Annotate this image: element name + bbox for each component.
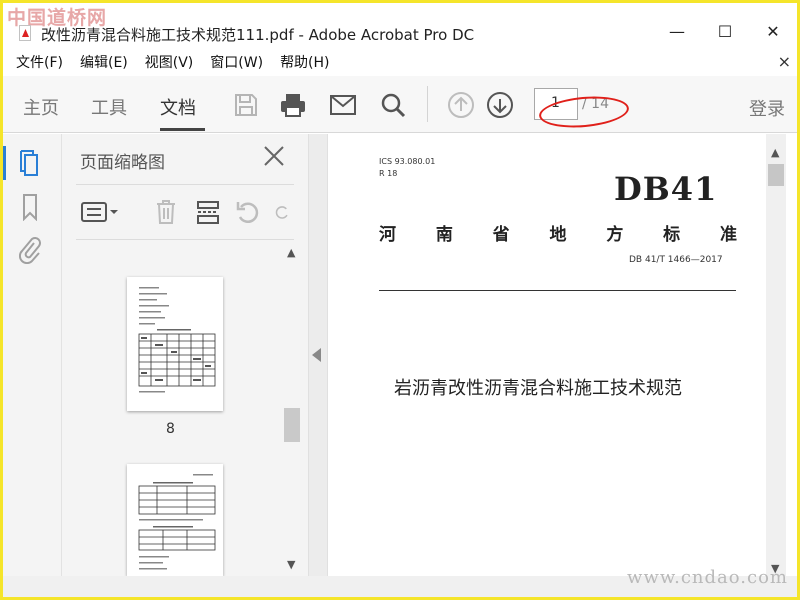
minimize-button[interactable]: — bbox=[653, 15, 701, 47]
doc-scroll-up-icon[interactable]: ▲ bbox=[771, 146, 779, 159]
document-view: ICS 93.080.01 R 18 DB41 河 南 省 地 方 标 准 DB… bbox=[328, 134, 766, 576]
scroll-down-arrow-icon[interactable]: ▼ bbox=[287, 558, 295, 571]
thumbnails-panel: 页面缩略图 8 ▲ ▼ bbox=[62, 134, 308, 576]
save-icon[interactable] bbox=[231, 90, 261, 120]
panel-toolbar bbox=[76, 194, 308, 230]
scrollbar-thumb[interactable] bbox=[284, 408, 300, 442]
menu-bar: 文件(F) 编辑(E) 视图(V) 窗口(W) 帮助(H) × bbox=[3, 50, 797, 74]
watermark-bottom: www.cndao.com bbox=[627, 567, 788, 588]
close-panel-icon[interactable] bbox=[262, 144, 286, 168]
close-window-button[interactable]: ✕ bbox=[749, 15, 797, 47]
document-scrollbar[interactable]: ▲ ▼ bbox=[766, 134, 786, 576]
doc-title: 岩沥青改性沥青混合料施工技术规范 bbox=[394, 378, 682, 399]
active-tab-indicator bbox=[160, 128, 205, 131]
options-menu-icon[interactable] bbox=[80, 198, 120, 226]
rotate-left-icon[interactable] bbox=[234, 198, 262, 226]
next-page-icon[interactable] bbox=[485, 90, 515, 120]
thumbnail-page-number: 8 bbox=[166, 421, 175, 437]
panel-divider bbox=[76, 184, 294, 185]
menu-file[interactable]: 文件(F) bbox=[16, 52, 63, 72]
doc-std-char: 南 bbox=[435, 225, 453, 245]
menu-help[interactable]: 帮助(H) bbox=[280, 52, 329, 72]
search-icon[interactable] bbox=[378, 90, 408, 120]
insert-page-icon[interactable] bbox=[194, 198, 222, 226]
window-controls: — ☐ ✕ bbox=[653, 15, 797, 47]
page-thumbnails-icon[interactable] bbox=[17, 148, 43, 178]
navigation-rail bbox=[3, 134, 62, 576]
close-document-button[interactable]: × bbox=[778, 52, 791, 71]
login-button[interactable]: 登录 bbox=[749, 95, 785, 121]
doc-scrollbar-thumb[interactable] bbox=[768, 164, 784, 186]
tab-home[interactable]: 主页 bbox=[23, 94, 59, 120]
toolbar-separator bbox=[427, 86, 428, 122]
doc-r: R 18 bbox=[379, 169, 398, 178]
panel-title: 页面缩略图 bbox=[80, 153, 165, 173]
print-icon[interactable] bbox=[278, 90, 308, 120]
previous-page-icon[interactable] bbox=[446, 90, 476, 120]
delete-page-icon[interactable] bbox=[152, 198, 180, 226]
page-thumbnail-9[interactable] bbox=[127, 464, 223, 576]
collapse-panel-icon[interactable] bbox=[312, 348, 321, 362]
doc-std-char: 标 bbox=[663, 225, 681, 245]
page-thumbnail-8[interactable] bbox=[127, 277, 223, 411]
attachments-icon[interactable] bbox=[17, 234, 43, 264]
panel-splitter[interactable] bbox=[308, 134, 328, 576]
thumbnails-scrollbar[interactable]: ▲ ▼ bbox=[284, 246, 300, 576]
doc-std-char: 准 bbox=[719, 225, 737, 245]
tab-tools[interactable]: 工具 bbox=[91, 94, 127, 120]
doc-std-char: 方 bbox=[606, 225, 624, 245]
scroll-up-arrow-icon[interactable]: ▲ bbox=[287, 246, 295, 259]
doc-ics: ICS 93.080.01 bbox=[379, 157, 436, 166]
doc-standard-heading: 河 南 省 地 方 标 准 bbox=[379, 220, 737, 245]
panel-divider-2 bbox=[76, 239, 294, 240]
main-toolbar: 主页 工具 文档 1 / 14 登录 bbox=[3, 76, 797, 133]
bookmarks-icon[interactable] bbox=[17, 192, 43, 222]
menu-view[interactable]: 视图(V) bbox=[145, 52, 194, 72]
active-rail-indicator bbox=[3, 146, 6, 180]
pdf-file-icon bbox=[19, 25, 31, 41]
doc-std-char: 地 bbox=[549, 225, 567, 245]
window-title: 改性沥青混合料施工技术规范111.pdf - Adobe Acrobat Pro… bbox=[41, 26, 475, 44]
menu-window[interactable]: 窗口(W) bbox=[210, 52, 263, 72]
menu-edit[interactable]: 编辑(E) bbox=[80, 52, 128, 72]
doc-standard-number: DB 41/T 1466—2017 bbox=[629, 255, 723, 265]
doc-db-code: DB41 bbox=[614, 170, 718, 208]
doc-std-char: 河 bbox=[379, 225, 396, 245]
doc-std-char: 省 bbox=[492, 225, 510, 245]
right-edge bbox=[786, 134, 797, 576]
tab-document[interactable]: 文档 bbox=[160, 94, 196, 120]
maximize-button[interactable]: ☐ bbox=[701, 15, 749, 47]
title-bar: 中国道桥网 改性沥青混合料施工技术规范111.pdf - Adobe Acrob… bbox=[3, 3, 797, 49]
doc-ics-block: ICS 93.080.01 R 18 bbox=[379, 156, 435, 180]
email-icon[interactable] bbox=[328, 90, 358, 120]
rotate-right-icon[interactable] bbox=[274, 198, 290, 226]
doc-divider-line bbox=[379, 290, 736, 291]
